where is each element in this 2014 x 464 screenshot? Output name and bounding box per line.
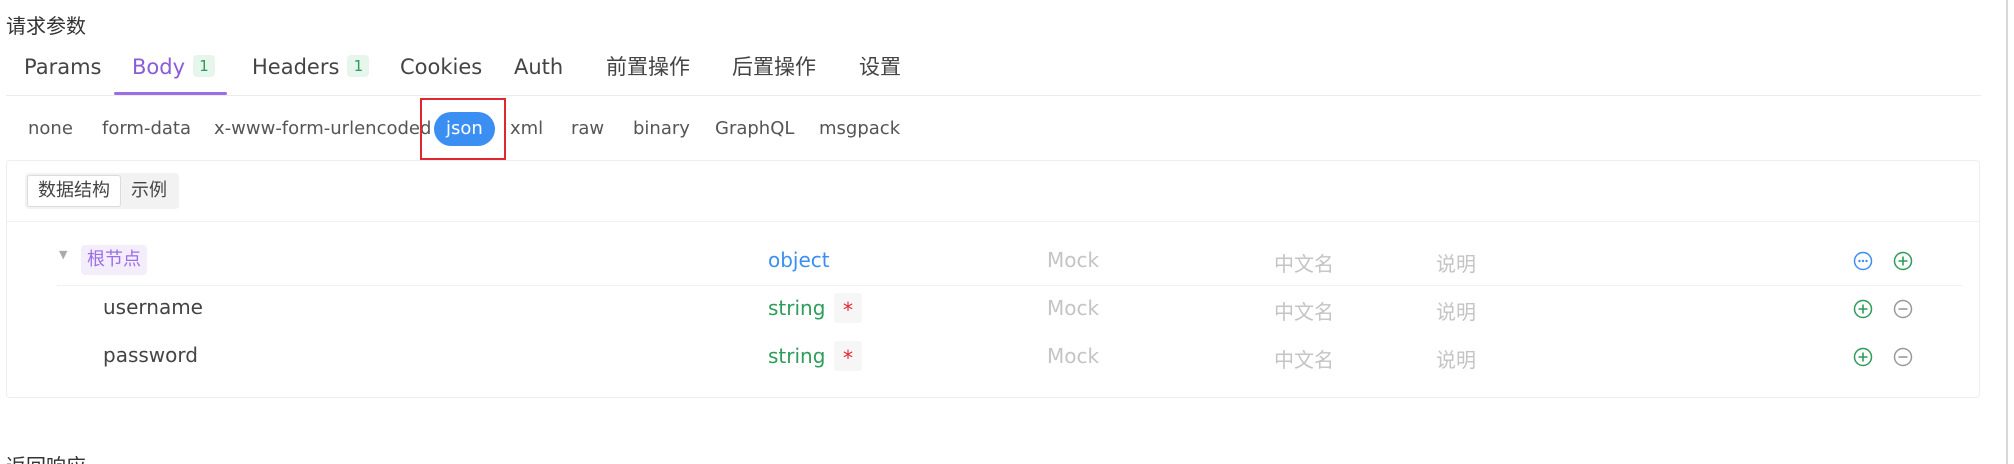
- count-badge: 1: [193, 55, 216, 77]
- mock-input[interactable]: Mock: [1047, 344, 1099, 368]
- root-node-label[interactable]: 根节点: [81, 245, 147, 275]
- type-selector[interactable]: string: [768, 344, 825, 368]
- active-tab-indicator: [114, 92, 227, 95]
- description-input[interactable]: 说明: [1436, 248, 1476, 277]
- plus-circle-icon[interactable]: [1853, 347, 1873, 367]
- json-schema-panel: 数据结构 示例 ▼ 根节点 object Mock 中文名 说明 usernam…: [6, 160, 1980, 398]
- required-toggle[interactable]: *: [834, 293, 862, 323]
- tab-cookies[interactable]: Cookies: [400, 48, 482, 96]
- required-toggle[interactable]: *: [834, 341, 862, 371]
- minus-circle-icon[interactable]: [1893, 347, 1913, 367]
- mock-input[interactable]: Mock: [1047, 248, 1099, 272]
- tab-label: 前置操作: [606, 55, 690, 79]
- body-type-raw[interactable]: raw: [571, 112, 604, 146]
- request-params-title: 请求参数: [6, 14, 86, 38]
- body-type-binary[interactable]: binary: [633, 112, 690, 146]
- tab-settings[interactable]: 设置: [859, 48, 901, 96]
- field-name[interactable]: password: [103, 343, 198, 367]
- request-tabs: Params Body 1 Headers 1 Cookies Auth 前置操作 …: [6, 48, 1981, 96]
- tab-label: 后置操作: [732, 55, 816, 79]
- body-type-graphql[interactable]: GraphQL: [715, 112, 794, 146]
- schema-row-password: password string * Mock 中文名 说明: [7, 334, 1979, 382]
- scrollbar[interactable]: [2006, 0, 2008, 464]
- body-type-none[interactable]: none: [28, 112, 73, 146]
- tab-pre-operations[interactable]: 前置操作: [606, 48, 690, 96]
- tab-label: 设置: [859, 55, 901, 79]
- tab-label: Auth: [514, 55, 564, 79]
- example-view-button[interactable]: 示例: [121, 175, 177, 207]
- body-type-urlencoded[interactable]: x-www-form-urlencoded: [214, 112, 431, 146]
- view-toggle: 数据结构 示例: [25, 173, 179, 209]
- tab-headers[interactable]: Headers 1: [252, 48, 370, 96]
- type-selector[interactable]: string: [768, 296, 825, 320]
- type-selector[interactable]: object: [768, 248, 830, 272]
- tab-post-operations[interactable]: 后置操作: [732, 48, 816, 96]
- field-name[interactable]: username: [103, 295, 203, 319]
- mock-input[interactable]: Mock: [1047, 296, 1099, 320]
- tab-params[interactable]: Params: [24, 48, 102, 96]
- chinese-name-input[interactable]: 中文名: [1274, 344, 1334, 373]
- tab-label: Cookies: [400, 55, 483, 79]
- description-input[interactable]: 说明: [1436, 296, 1476, 325]
- chinese-name-input[interactable]: 中文名: [1274, 296, 1334, 325]
- tab-label: Body: [132, 55, 186, 79]
- body-type-xml[interactable]: xml: [510, 112, 543, 146]
- caret-down-icon[interactable]: ▼: [59, 248, 67, 261]
- structure-view-button[interactable]: 数据结构: [27, 175, 121, 207]
- more-circle-icon[interactable]: [1853, 251, 1873, 271]
- count-badge: 1: [347, 55, 370, 77]
- body-type-msgpack[interactable]: msgpack: [819, 112, 900, 146]
- tab-label: Params: [24, 55, 102, 79]
- description-input[interactable]: 说明: [1436, 344, 1476, 373]
- divider: [7, 221, 1979, 222]
- chinese-name-input[interactable]: 中文名: [1274, 248, 1334, 277]
- body-type-form-data[interactable]: form-data: [102, 112, 191, 146]
- tab-auth[interactable]: Auth: [514, 48, 563, 96]
- plus-circle-icon[interactable]: [1853, 299, 1873, 319]
- response-section-title: 返回响应: [6, 450, 86, 464]
- schema-row-root: ▼ 根节点 object Mock 中文名 说明: [7, 238, 1979, 286]
- tab-body[interactable]: Body 1: [132, 48, 216, 96]
- schema-row-username: username string * Mock 中文名 说明: [7, 286, 1979, 334]
- minus-circle-icon[interactable]: [1893, 299, 1913, 319]
- selection-highlight-box: [420, 98, 506, 160]
- plus-circle-icon[interactable]: [1893, 251, 1913, 271]
- tab-label: Headers: [252, 55, 340, 79]
